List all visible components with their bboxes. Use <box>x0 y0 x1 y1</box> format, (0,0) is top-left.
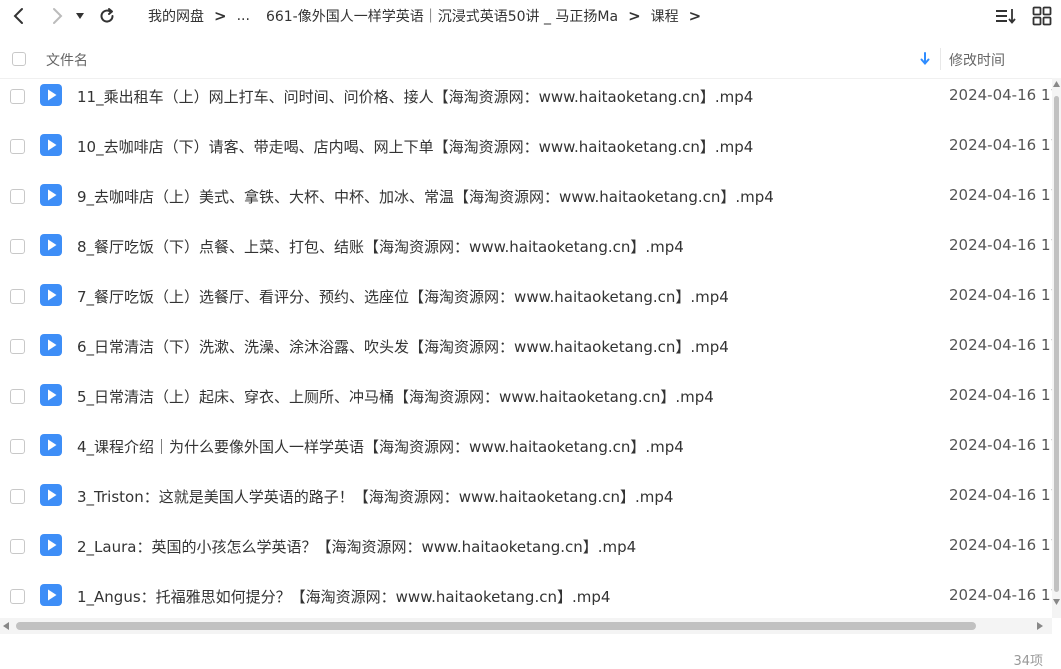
refresh-button[interactable] <box>92 1 122 31</box>
grid-view-icon <box>1032 6 1052 26</box>
file-row[interactable]: 10_去咖啡店（下）请客、带走喝、店内喝、网上下单【海淘资源网：www.hait… <box>0 128 1052 178</box>
file-name[interactable]: 7_餐厅吃饭（上）选餐厅、看评分、预约、选座位【海淘资源网：www.haitao… <box>77 286 729 307</box>
history-dropdown-icon <box>76 13 84 19</box>
row-checkbox[interactable] <box>10 89 25 104</box>
row-checkbox[interactable] <box>10 489 25 504</box>
breadcrumb-separator: > <box>688 7 702 25</box>
toolbar: 我的网盘 > ... 661-像外国人一样学英语｜沉浸式英语50讲 _ 马正扬M… <box>0 0 1061 32</box>
breadcrumb-item-ellipsis[interactable]: ... <box>235 8 252 24</box>
forward-arrow-icon <box>53 8 63 24</box>
file-name[interactable]: 2_Laura：英国的小孩怎么学英语？【海淘资源网：www.haitaoketa… <box>77 536 636 557</box>
history-dropdown-button[interactable] <box>72 1 88 31</box>
scroll-left-arrow-icon[interactable] <box>2 621 10 631</box>
row-checkbox[interactable] <box>10 239 25 254</box>
sort-button[interactable] <box>995 5 1017 27</box>
view-toggle-button[interactable] <box>1031 5 1053 27</box>
sort-down-arrow-icon <box>920 52 930 66</box>
breadcrumb: 我的网盘 > ... 661-像外国人一样学英语｜沉浸式英语50讲 _ 马正扬M… <box>146 6 709 26</box>
file-modified-time: 2024-04-16 17 <box>949 286 1052 304</box>
file-name[interactable]: 3_Triston：这就是美国人学英语的路子！【海淘资源网：www.haitao… <box>77 486 673 507</box>
file-name[interactable]: 11_乘出租车（上）网上打车、问时间、问价格、接人【海淘资源网：www.hait… <box>77 86 753 107</box>
file-modified-time: 2024-04-16 17 <box>949 136 1052 154</box>
breadcrumb-item-folder[interactable]: 661-像外国人一样学英语｜沉浸式英语50讲 _ 马正扬Ma <box>264 6 620 26</box>
file-name[interactable]: 5_日常清洁（上）起床、穿衣、上厕所、冲马桶【海淘资源网：www.haitaok… <box>77 386 714 407</box>
scroll-right-arrow-icon[interactable] <box>1036 621 1044 631</box>
breadcrumb-separator: > <box>214 7 227 25</box>
file-modified-time: 2024-04-16 17 <box>949 86 1052 104</box>
video-file-icon <box>40 584 62 606</box>
video-file-icon <box>40 384 62 406</box>
file-row[interactable]: 2_Laura：英国的小孩怎么学英语？【海淘资源网：www.haitaoketa… <box>0 528 1052 578</box>
row-checkbox[interactable] <box>10 539 25 554</box>
file-row[interactable]: 7_餐厅吃饭（上）选餐厅、看评分、预约、选座位【海淘资源网：www.haitao… <box>0 278 1052 328</box>
file-row[interactable]: 11_乘出租车（上）网上打车、问时间、问价格、接人【海淘资源网：www.hait… <box>0 78 1052 128</box>
refresh-icon <box>100 8 114 23</box>
file-row[interactable]: 4_课程介绍｜为什么要像外国人一样学英语【海淘资源网：www.haitaoket… <box>0 428 1052 478</box>
row-checkbox[interactable] <box>10 139 25 154</box>
file-modified-time: 2024-04-16 17 <box>949 586 1052 604</box>
row-checkbox[interactable] <box>10 289 25 304</box>
row-checkbox[interactable] <box>10 389 25 404</box>
file-modified-time: 2024-04-16 17 <box>949 336 1052 354</box>
breadcrumb-item-current[interactable]: 课程 <box>649 6 681 26</box>
file-name[interactable]: 1_Angus：托福雅思如何提分？【海淘资源网：www.haitaoketang… <box>77 586 610 607</box>
file-name[interactable]: 9_去咖啡店（上）美式、拿铁、大杯、中杯、加冰、常温【海淘资源网：www.hai… <box>77 186 774 207</box>
video-file-icon <box>40 284 62 306</box>
video-file-icon <box>40 184 62 206</box>
item-count: 34项 <box>1013 654 1043 669</box>
file-row[interactable]: 1_Angus：托福雅思如何提分？【海淘资源网：www.haitaoketang… <box>0 578 1052 618</box>
row-checkbox[interactable] <box>10 339 25 354</box>
vertical-scrollbar-thumb[interactable] <box>1054 96 1059 592</box>
file-row[interactable]: 3_Triston：这就是美国人学英语的路子！【海淘资源网：www.haitao… <box>0 478 1052 528</box>
file-name[interactable]: 4_课程介绍｜为什么要像外国人一样学英语【海淘资源网：www.haitaoket… <box>77 436 684 457</box>
row-checkbox[interactable] <box>10 439 25 454</box>
column-header-time[interactable]: 修改时间 <box>949 50 1005 70</box>
scroll-down-arrow-icon[interactable] <box>1052 598 1061 606</box>
row-checkbox[interactable] <box>10 189 25 204</box>
forward-button[interactable] <box>42 1 72 31</box>
file-name[interactable]: 8_餐厅吃饭（下）点餐、上菜、打包、结账【海淘资源网：www.haitaoket… <box>77 236 684 257</box>
file-row[interactable]: 8_餐厅吃饭（下）点餐、上菜、打包、结账【海淘资源网：www.haitaoket… <box>0 228 1052 278</box>
video-file-icon <box>40 534 62 556</box>
file-row[interactable]: 5_日常清洁（上）起床、穿衣、上厕所、冲马桶【海淘资源网：www.haitaok… <box>0 378 1052 428</box>
column-header: 文件名 修改时间 <box>0 40 1061 79</box>
row-checkbox[interactable] <box>10 589 25 604</box>
file-modified-time: 2024-04-16 17 <box>949 486 1052 504</box>
file-row[interactable]: 9_去咖啡店（上）美式、拿铁、大杯、中杯、加冰、常温【海淘资源网：www.hai… <box>0 178 1052 228</box>
select-all-checkbox[interactable] <box>12 52 26 66</box>
breadcrumb-item-root[interactable]: 我的网盘 <box>146 6 206 26</box>
file-modified-time: 2024-04-16 17 <box>949 236 1052 254</box>
status-bar: 34项 <box>0 634 1061 669</box>
file-modified-time: 2024-04-16 17 <box>949 436 1052 454</box>
sort-direction-button[interactable] <box>918 50 932 68</box>
file-modified-time: 2024-04-16 17 <box>949 386 1052 404</box>
video-file-icon <box>40 234 62 256</box>
file-modified-time: 2024-04-16 17 <box>949 536 1052 554</box>
file-name[interactable]: 6_日常清洁（下）洗漱、洗澡、涂沐浴露、吹头发【海淘资源网：www.haitao… <box>77 336 729 357</box>
back-arrow-icon <box>13 8 23 24</box>
file-name[interactable]: 10_去咖啡店（下）请客、带走喝、店内喝、网上下单【海淘资源网：www.hait… <box>77 136 753 157</box>
video-file-icon <box>40 134 62 156</box>
sort-list-icon <box>996 9 1016 24</box>
column-header-name[interactable]: 文件名 <box>46 50 88 70</box>
column-divider[interactable] <box>940 48 941 70</box>
breadcrumb-separator: > <box>628 7 641 25</box>
file-row[interactable]: 6_日常清洁（下）洗漱、洗澡、涂沐浴露、吹头发【海淘资源网：www.haitao… <box>0 328 1052 378</box>
video-file-icon <box>40 434 62 456</box>
back-button[interactable] <box>4 1 34 31</box>
video-file-icon <box>40 484 62 506</box>
video-file-icon <box>40 84 62 106</box>
scroll-up-arrow-icon[interactable] <box>1052 80 1061 88</box>
video-file-icon <box>40 334 62 356</box>
file-list: 11_乘出租车（上）网上打车、问时间、问价格、接人【海淘资源网：www.hait… <box>0 78 1052 618</box>
horizontal-scrollbar-thumb[interactable] <box>16 622 976 630</box>
file-modified-time: 2024-04-16 17 <box>949 186 1052 204</box>
